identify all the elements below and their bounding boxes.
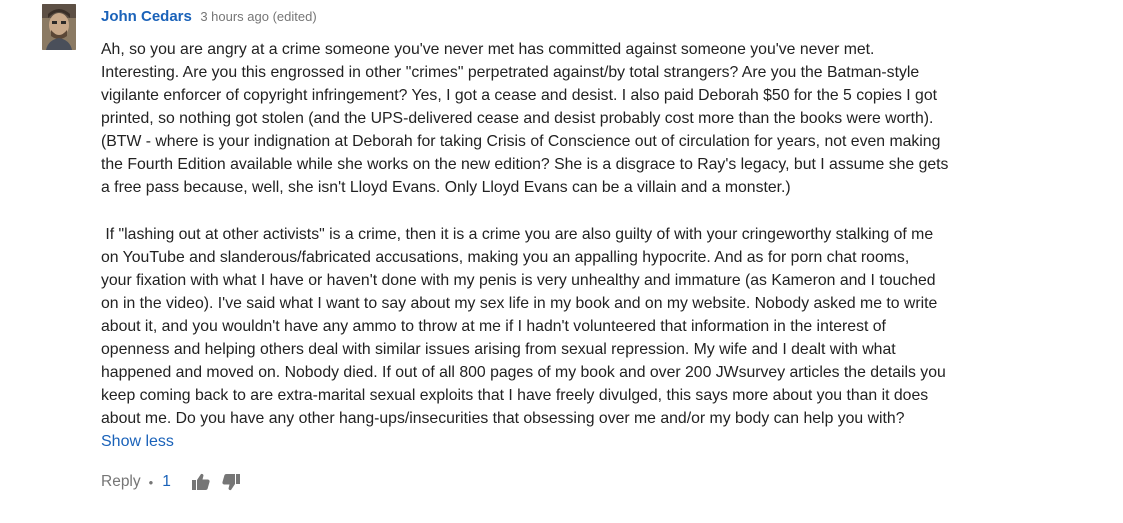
author-name[interactable]: John Cedars [101,8,192,25]
avatar[interactable] [42,4,76,50]
thumbs-up-icon[interactable] [191,472,211,492]
comment-text-paragraph-2: If "lashing out at other activists" is a… [101,226,946,427]
comment-actions: Reply • 1 [101,470,241,494]
comment-text-paragraph-1: Ah, so you are angry at a crime someone … [101,41,949,196]
show-less-link[interactable]: Show less [101,431,174,453]
avatar-photo [42,4,76,50]
comment-header: John Cedars 3 hours ago (edited) [101,4,1106,30]
comment-timestamp[interactable]: 3 hours ago (edited) [200,9,316,24]
reply-button[interactable]: Reply [101,473,141,491]
thumbs-down-icon[interactable] [221,472,241,492]
comment-body: John Cedars 3 hours ago (edited) Ah, so … [101,4,1106,491]
like-count: 1 [162,473,171,490]
separator-dot: • [148,474,154,490]
